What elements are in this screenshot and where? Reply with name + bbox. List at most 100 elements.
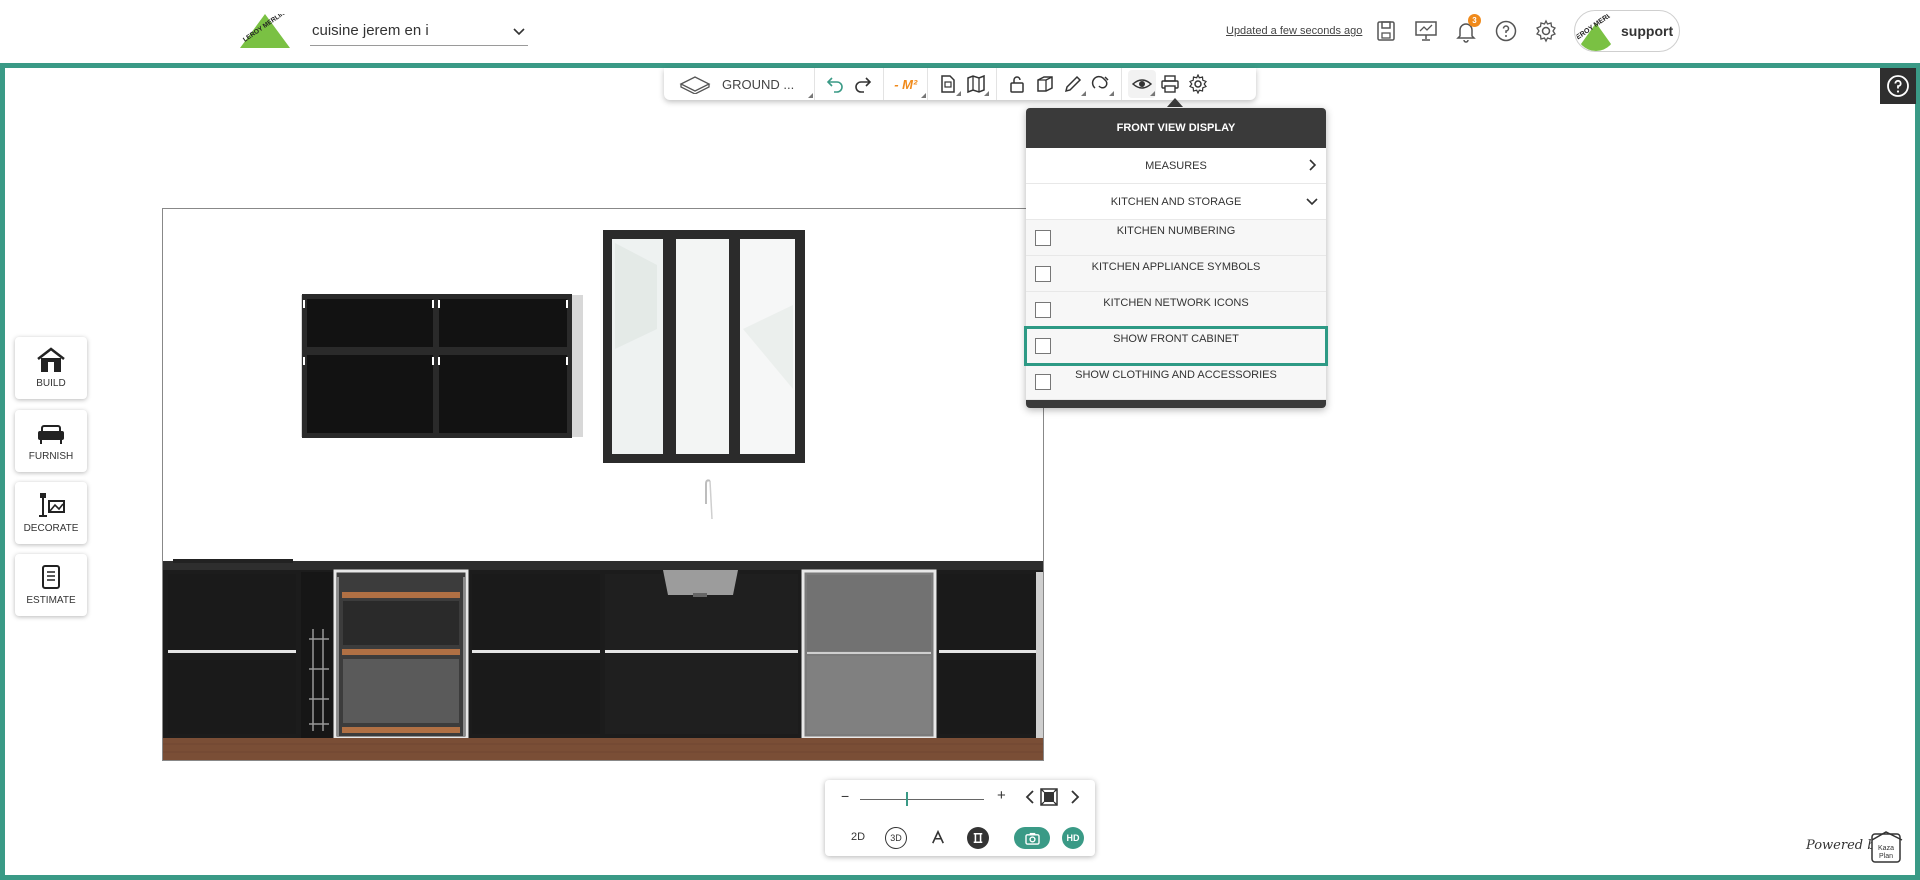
hd-render-button[interactable]: HD bbox=[1062, 827, 1084, 849]
dishwasher[interactable] bbox=[801, 569, 937, 740]
elevation-canvas[interactable] bbox=[162, 208, 1044, 761]
previous-wall-icon[interactable] bbox=[1023, 789, 1037, 805]
dropdown-triangle-icon bbox=[1081, 91, 1087, 96]
document-group bbox=[928, 68, 998, 100]
draw-button[interactable] bbox=[1059, 70, 1087, 98]
option-show-clothing[interactable]: SHOW CLOTHING AND ACCESSORIES bbox=[1026, 364, 1326, 400]
bell-icon[interactable]: 3 bbox=[1454, 14, 1481, 43]
base-cabinet-1[interactable] bbox=[168, 574, 296, 734]
map-button[interactable] bbox=[962, 70, 990, 98]
camera-icon bbox=[1024, 832, 1040, 845]
top-header: LEROY MERLIN cuisine jerem en i Updated … bbox=[0, 0, 1920, 62]
updated-link[interactable]: Updated a few seconds ago bbox=[1226, 25, 1362, 37]
base-cabinet-end[interactable] bbox=[939, 572, 1044, 738]
house-icon bbox=[37, 347, 65, 372]
dropdown-triangle-icon bbox=[1109, 91, 1115, 96]
chevron-down-icon bbox=[1306, 198, 1318, 206]
toolbar-settings-button[interactable] bbox=[1184, 70, 1212, 98]
base-cabinet-3[interactable] bbox=[472, 574, 600, 734]
plinth bbox=[163, 738, 1043, 760]
checkbox[interactable] bbox=[1035, 338, 1051, 354]
support-button[interactable]: LEROY MERLIN support bbox=[1574, 10, 1680, 52]
checkbox[interactable] bbox=[1035, 230, 1051, 246]
next-wall-icon[interactable] bbox=[1068, 789, 1082, 805]
text-tool-button[interactable] bbox=[927, 827, 949, 847]
option-label: SHOW FRONT CABINET bbox=[1113, 333, 1239, 345]
dropdown-triangle-icon bbox=[956, 91, 962, 96]
undo-button[interactable] bbox=[821, 70, 849, 98]
sofa-icon bbox=[38, 425, 64, 444]
zoom-in-button[interactable]: + bbox=[997, 787, 1006, 804]
fit-view-icon[interactable] bbox=[1040, 788, 1058, 806]
measures-section[interactable]: MEASURES bbox=[1026, 148, 1326, 184]
dropdown-triangle-icon bbox=[808, 93, 814, 98]
panel-title: FRONT VIEW DISPLAY bbox=[1026, 108, 1326, 148]
help-button[interactable] bbox=[1880, 68, 1916, 104]
floor-select[interactable]: GROUND ... bbox=[722, 77, 794, 92]
decorate-button[interactable]: DECORATE bbox=[15, 482, 87, 544]
zoom-slider-track[interactable] bbox=[860, 799, 984, 800]
snapshot-button[interactable] bbox=[1014, 827, 1050, 849]
clipboard-icon bbox=[42, 565, 60, 589]
print-button[interactable] bbox=[1156, 70, 1184, 98]
cube-icon bbox=[1037, 76, 1054, 92]
magnet-button[interactable] bbox=[1087, 70, 1115, 98]
redo-button[interactable] bbox=[849, 70, 877, 98]
project-select[interactable]: cuisine jerem en i bbox=[310, 16, 528, 46]
elevation-view-button[interactable] bbox=[967, 827, 989, 849]
walls-button[interactable] bbox=[1031, 70, 1059, 98]
project-name: cuisine jerem en i bbox=[312, 22, 429, 39]
printer-icon bbox=[1161, 75, 1180, 93]
zoom-out-button[interactable]: − bbox=[841, 788, 849, 804]
countertop[interactable] bbox=[163, 561, 1044, 570]
checkbox[interactable] bbox=[1035, 302, 1051, 318]
estimate-button[interactable]: ESTIMATE bbox=[15, 554, 87, 616]
area-button[interactable]: - M² bbox=[894, 77, 917, 92]
option-appliance-symbols[interactable]: KITCHEN APPLIANCE SYMBOLS bbox=[1026, 256, 1326, 292]
build-label: BUILD bbox=[36, 378, 66, 389]
hob[interactable] bbox=[173, 559, 293, 563]
build-button[interactable]: BUILD bbox=[15, 337, 87, 399]
presentation-icon[interactable] bbox=[1414, 19, 1438, 43]
display-options-button[interactable] bbox=[1128, 70, 1157, 98]
zoom-slider-thumb[interactable] bbox=[906, 792, 909, 806]
dropdown-triangle-icon bbox=[1150, 91, 1156, 96]
floor-plan-icon[interactable] bbox=[678, 74, 712, 94]
option-label: KITCHEN NUMBERING bbox=[1116, 225, 1236, 237]
window[interactable] bbox=[603, 230, 805, 463]
panel-caret bbox=[1167, 98, 1183, 107]
option-network-icons[interactable]: KITCHEN NETWORK ICONS bbox=[1026, 292, 1326, 328]
lock-button[interactable] bbox=[1003, 70, 1031, 98]
drawer-unit[interactable] bbox=[333, 569, 469, 740]
dropdown-triangle-icon bbox=[984, 91, 990, 96]
tools-group bbox=[997, 68, 1123, 100]
sink-cabinet[interactable] bbox=[605, 570, 798, 734]
gear-icon bbox=[1189, 74, 1208, 94]
kitchen-front-view bbox=[163, 230, 1044, 760]
view-3d-button[interactable]: 3D bbox=[885, 827, 907, 849]
map-icon bbox=[967, 74, 986, 94]
option-show-front-cabinet[interactable]: SHOW FRONT CABINET bbox=[1024, 326, 1328, 366]
settings-gear-icon[interactable] bbox=[1534, 19, 1558, 43]
checkbox[interactable] bbox=[1035, 266, 1051, 282]
faucet bbox=[705, 479, 713, 520]
notification-badge: 3 bbox=[1468, 14, 1481, 27]
panel-footer bbox=[1026, 400, 1326, 408]
view-2d-button[interactable]: 2D bbox=[847, 827, 869, 847]
pencil-icon bbox=[1065, 75, 1082, 93]
kazaplan-logo[interactable]: Kaza Plan bbox=[1870, 830, 1904, 864]
measures-label: MEASURES bbox=[1145, 159, 1207, 172]
pullout-rack[interactable] bbox=[301, 572, 333, 738]
furnish-button[interactable]: FURNISH bbox=[15, 410, 87, 472]
save-icon[interactable] bbox=[1374, 19, 1398, 43]
dropdown-triangle-icon bbox=[921, 93, 927, 98]
wall-cabinet[interactable] bbox=[301, 294, 583, 438]
kitchen-storage-section[interactable]: KITCHEN AND STORAGE bbox=[1026, 184, 1326, 220]
option-kitchen-numbering[interactable]: KITCHEN NUMBERING bbox=[1026, 220, 1326, 256]
document-button[interactable] bbox=[934, 70, 962, 98]
support-label: support bbox=[1621, 23, 1674, 39]
checkbox[interactable] bbox=[1035, 374, 1051, 390]
redo-icon bbox=[855, 77, 872, 93]
leroy-merlin-logo[interactable]: LEROY MERLIN bbox=[240, 14, 290, 48]
help-circle-icon[interactable] bbox=[1494, 19, 1518, 43]
